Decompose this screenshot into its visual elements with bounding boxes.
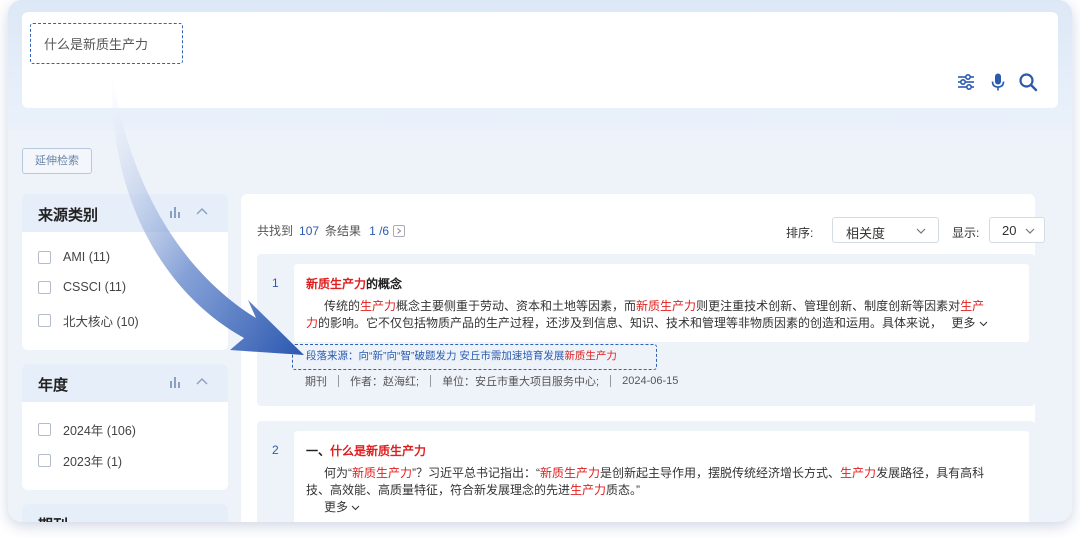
meta-unit[interactable]: 单位：安丘市重大项目服务中心; (442, 373, 599, 389)
keyword-highlight: 生产力 (570, 483, 607, 497)
more-link[interactable]: 更多 (324, 500, 360, 514)
chevron-up-icon[interactable] (196, 377, 208, 385)
source-highlight: 新质生产力 (564, 350, 617, 362)
result-content: 一、什么是新质生产力 何为“新质生产力”？习近平总书记指出：“新质生产力是创新起… (294, 431, 1029, 522)
facet-option-label: 2024年 (106) (63, 424, 136, 438)
abstract-text: 质态。” (606, 483, 641, 497)
facet-option[interactable]: AMI (11) (38, 250, 110, 264)
meta-date: 2024-06-15 (622, 375, 679, 387)
facet-year-title: 年度 (38, 377, 69, 394)
result-index: 1 (272, 276, 279, 290)
search-query[interactable]: 什么是新质生产力 (30, 23, 183, 64)
title-highlight: 新质生产力 (306, 277, 367, 291)
facet-source-title: 来源类别 (38, 207, 99, 224)
checkbox[interactable] (38, 314, 51, 327)
result-item: 1 新质生产力的概念 传统的生产力概念主要侧重于劳动、资本和土地等因素，而新质生… (257, 254, 1035, 406)
facet-option-label: 2023年 (1) (63, 455, 123, 469)
bar-chart-icon[interactable] (170, 207, 182, 218)
facet-year-panel: 年度 2024年 (106) 2023年 (1) (22, 364, 228, 490)
filter-sliders-icon[interactable] (956, 72, 976, 92)
page-size-value: 20 (1002, 223, 1017, 238)
display-label: 显示: (952, 226, 980, 240)
page-size-select[interactable]: 20 (989, 217, 1045, 243)
facet-journal-header[interactable]: 期刊 (22, 504, 228, 522)
result-index: 2 (272, 443, 279, 457)
result-content: 新质生产力的概念 传统的生产力概念主要侧重于劳动、资本和土地等因素，而新质生产力… (294, 264, 1029, 342)
more-label: 更多 (324, 500, 349, 514)
search-box[interactable]: 什么是新质生产力 (22, 12, 1058, 108)
results-panel: 共找到 107 条结果 1 /6 排序: 相关度 显示: 20 1 新质生产力的… (241, 194, 1045, 522)
sort-select[interactable]: 相关度 (832, 217, 939, 243)
result-count: 107 (299, 223, 320, 238)
facet-source-panel: 来源类别 AMI (11) CSSCI (11) 北大核心 (10) (22, 194, 228, 350)
bar-chart-icon[interactable] (170, 377, 182, 388)
sort-label: 排序: (786, 226, 814, 240)
facet-year-header[interactable]: 年度 (22, 364, 228, 402)
result-meta: 期刊 作者：赵海红; 单位：安丘市重大项目服务中心; 2024-06-15 (305, 373, 678, 389)
title-text: 的概念 (366, 277, 403, 291)
checkbox[interactable] (38, 454, 51, 467)
meta-author[interactable]: 作者：赵海红; (350, 373, 419, 389)
results-summary: 共找到 107 条结果 1 /6 (257, 222, 406, 239)
search-icon[interactable] (1018, 72, 1038, 92)
keyword-highlight: 新质生产力 (540, 466, 601, 480)
keyword-highlight: 生产力 (360, 299, 397, 313)
chevron-up-icon[interactable] (196, 207, 208, 215)
facet-option-label: AMI (11) (63, 250, 110, 264)
microphone-icon[interactable] (988, 72, 1008, 92)
meta-type: 期刊 (305, 376, 327, 388)
facet-option-label: CSSCI (11) (63, 280, 126, 294)
checkbox[interactable] (38, 250, 51, 264)
chevron-down-icon (351, 505, 360, 511)
page-indicator: 1 /6 (369, 223, 390, 238)
result-abstract: 传统的生产力概念主要侧重于劳动、资本和土地等因素，而新质生产力则更注重技术创新、… (306, 298, 996, 332)
abstract-text: 的影响。它不仅包括物质产品的生产过程，还涉及到信息、知识、技术和管理等非物质因素… (318, 316, 943, 330)
facet-journal-panel: 期刊 (22, 504, 228, 522)
result-abstract: 何为“新质生产力”？习近平总书记指出：“新质生产力是创新起主导作用，摆脱传统经济… (306, 465, 1006, 516)
abstract-text: ”？习近平总书记指出：“ (412, 466, 541, 480)
title-prefix: 一、 (306, 444, 331, 458)
result-title[interactable]: 一、什么是新质生产力 (306, 442, 426, 459)
facet-option-label: 北大核心 (10) (63, 315, 139, 329)
paragraph-source[interactable]: 段落来源：向“新”向“智”破题发力 安丘市需加速培育发展新质生产力 (292, 344, 657, 370)
abstract-text: 是创新起主导作用，摆脱传统经济增长方式、 (600, 466, 841, 480)
chevron-down-icon (916, 228, 926, 234)
more-link[interactable]: 更多 (951, 316, 988, 330)
abstract-text: 则更注重技术创新、管理创新、制度创新等因素对 (696, 299, 961, 313)
chevron-down-icon (1025, 228, 1035, 234)
facet-journal-title: 期刊 (38, 514, 68, 522)
facet-option[interactable]: 北大核心 (10) (38, 311, 139, 330)
summary-prefix: 共找到 (257, 224, 294, 238)
next-page-icon[interactable] (393, 224, 406, 237)
chevron-down-icon (979, 321, 988, 327)
app-window: 什么是新质生产力 延伸检索 来源类别 AMI (11) CSSCI (11) 北… (8, 0, 1072, 522)
facet-option[interactable]: 2024年 (106) (38, 420, 136, 439)
abstract-text: 何为“ (324, 466, 352, 480)
abstract-text: 概念主要侧重于劳动、资本和土地等因素，而 (396, 299, 637, 313)
checkbox[interactable] (38, 280, 51, 294)
source-prefix: 段落来源：向“新”向“智”破题发力 安丘市需加速培育发展 (306, 350, 565, 362)
abstract-text: 传统的 (324, 299, 361, 313)
extended-search-button[interactable]: 延伸检索 (22, 148, 92, 174)
title-highlight: 什么是新质生产力 (330, 444, 427, 458)
keyword-highlight: 新质生产力 (352, 466, 413, 480)
keyword-highlight: 生产力 (840, 466, 877, 480)
result-title[interactable]: 新质生产力的概念 (306, 275, 402, 292)
result-item: 2 一、什么是新质生产力 何为“新质生产力”？习近平总书记指出：“新质生产力是创… (257, 421, 1035, 522)
facet-option[interactable]: CSSCI (11) (38, 280, 126, 294)
facet-option[interactable]: 2023年 (1) (38, 451, 122, 470)
keyword-highlight: 新质生产力 (636, 299, 697, 313)
more-label: 更多 (951, 316, 976, 330)
checkbox[interactable] (38, 423, 51, 436)
summary-suffix: 条结果 (325, 224, 362, 238)
sort-value: 相关度 (846, 226, 886, 241)
facet-source-header[interactable]: 来源类别 (22, 194, 228, 232)
